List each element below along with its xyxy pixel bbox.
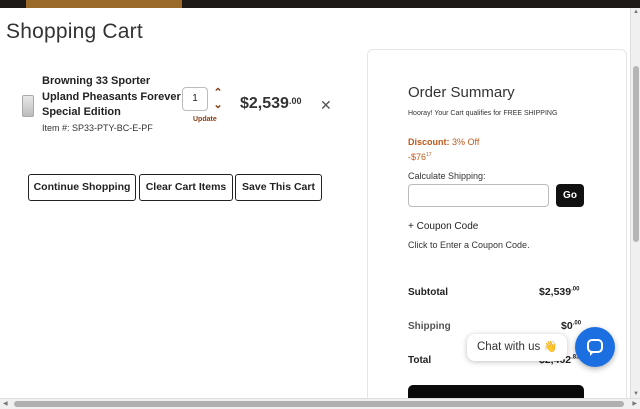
- shipping-value: $0.00: [561, 320, 581, 332]
- chat-label: Chat with us: [477, 341, 541, 353]
- item-price-main: $2,539: [240, 95, 289, 112]
- subtotal-value: $2,539.00: [539, 286, 579, 298]
- scroll-right-icon[interactable]: ▶: [632, 400, 637, 407]
- discount-line: Discount: 3% Off: [408, 137, 479, 147]
- horizontal-scrollbar[interactable]: ◀ ▶: [0, 398, 640, 409]
- chevron-up-icon[interactable]: ⌃: [212, 88, 224, 99]
- chat-with-us-pill[interactable]: Chat with us 👋: [467, 334, 567, 361]
- item-price: $2,539.00: [240, 95, 301, 113]
- discount-amount-main: -$76: [408, 152, 427, 162]
- product-image[interactable]: [22, 95, 34, 117]
- go-button[interactable]: Go: [556, 184, 584, 207]
- order-summary-title: Order Summary: [408, 84, 515, 101]
- shipping-zip-input[interactable]: [408, 184, 549, 207]
- discount-value: 3% Off: [452, 137, 480, 147]
- calculate-shipping-label: Calculate Shipping:: [408, 171, 486, 181]
- scroll-left-icon[interactable]: ◀: [3, 400, 8, 407]
- shipping-cents: .00: [572, 320, 582, 327]
- free-shipping-note: Hooray! Your Cart qualifies for FREE SHI…: [408, 110, 558, 117]
- update-quantity-link[interactable]: Update: [193, 116, 217, 123]
- page-title: Shopping Cart: [6, 20, 143, 43]
- close-icon[interactable]: ✕: [320, 97, 332, 114]
- shipping-main: $0: [561, 320, 573, 332]
- quantity-input[interactable]: 1: [182, 87, 208, 111]
- chat-bubble-icon[interactable]: [575, 327, 615, 367]
- scroll-down-icon[interactable]: ▼: [632, 390, 640, 398]
- coupon-hint: Click to Enter a Coupon Code.: [408, 240, 530, 250]
- discount-amount-cents: 17: [426, 152, 432, 158]
- subtotal-label: Subtotal: [408, 287, 448, 298]
- wave-emoji: 👋: [543, 341, 558, 353]
- item-price-cents: .00: [288, 96, 302, 106]
- discount-label: Discount:: [408, 137, 450, 147]
- top-header-bar: [0, 0, 640, 8]
- horizontal-scroll-thumb[interactable]: [14, 401, 624, 407]
- discount-amount: -$7617: [408, 152, 432, 162]
- checkout-button[interactable]: [408, 385, 584, 399]
- chat-bubble-glyph: [587, 339, 603, 356]
- vertical-scrollbar[interactable]: ▲ ▼: [630, 8, 640, 398]
- save-cart-button[interactable]: Save This Cart: [235, 174, 322, 201]
- vertical-scroll-thumb[interactable]: [633, 66, 639, 242]
- shipping-label: Shipping: [408, 321, 451, 332]
- subtotal-cents: .00: [571, 286, 580, 293]
- coupon-code-toggle[interactable]: + Coupon Code: [408, 221, 478, 232]
- header-accent-stripe: [26, 0, 182, 8]
- total-label: Total: [408, 355, 432, 366]
- scroll-up-icon[interactable]: ▲: [632, 8, 640, 16]
- clear-cart-button[interactable]: Clear Cart Items: [139, 174, 233, 201]
- chevron-down-icon[interactable]: ⌄: [212, 100, 224, 111]
- subtotal-main: $2,539: [539, 286, 572, 298]
- product-sku: Item #: SP33-PTY-BC-E-PF: [42, 123, 153, 133]
- product-name-link[interactable]: Browning 33 Sporter Upland Pheasants For…: [42, 74, 182, 121]
- continue-shopping-button[interactable]: Continue Shopping: [28, 174, 136, 201]
